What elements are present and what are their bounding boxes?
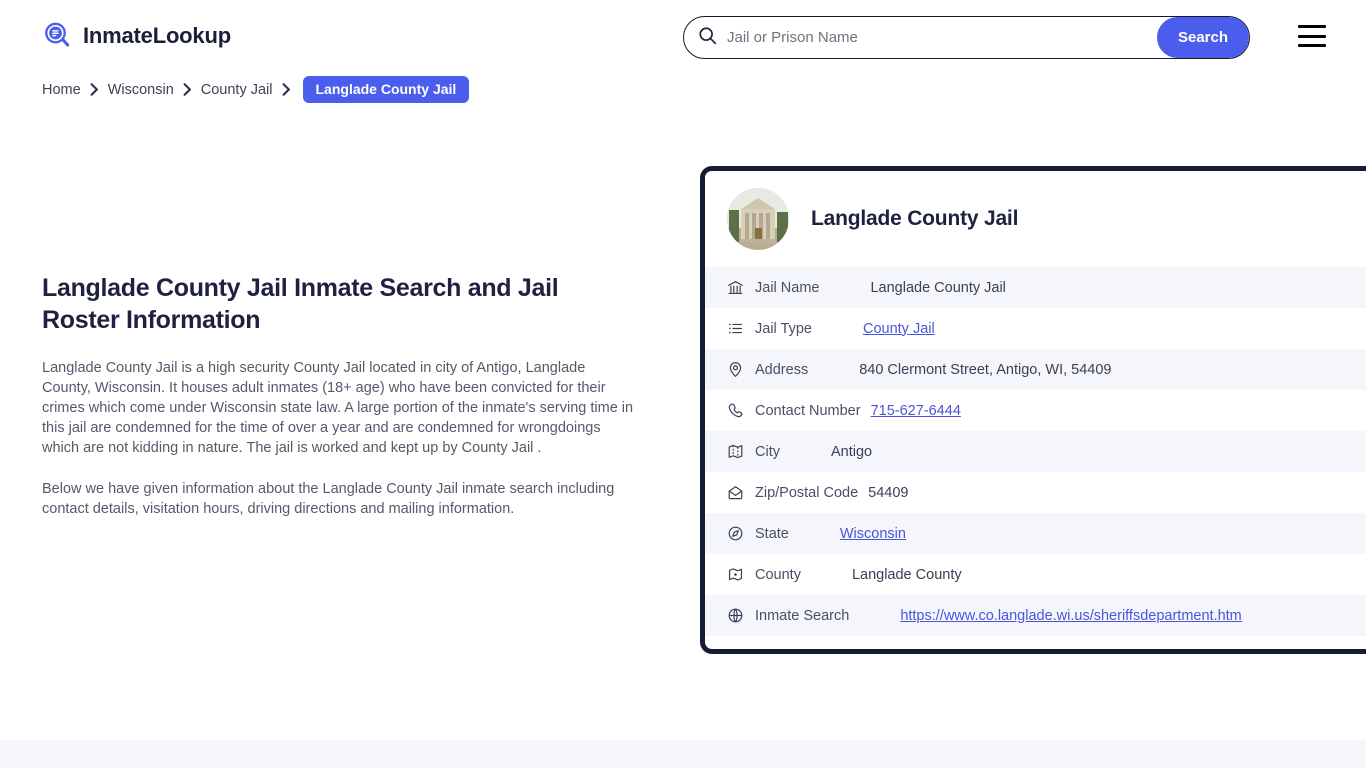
page-root: InmateLookup Search Home Wisconsin bbox=[0, 0, 1366, 768]
table-row: Contact Number 715-627-6444 bbox=[705, 390, 1366, 431]
table-row: State Wisconsin bbox=[705, 513, 1366, 554]
row-label: Inmate Search bbox=[755, 607, 850, 624]
description-paragraph-2: Below we have given information about th… bbox=[42, 481, 615, 517]
hamburger-bar bbox=[1298, 34, 1326, 38]
row-value: Antigo bbox=[830, 443, 873, 460]
breadcrumb: Home Wisconsin County Jail Langlade Coun… bbox=[42, 76, 470, 103]
table-row: Jail Name Langlade County Jail bbox=[705, 267, 1366, 308]
row-value-link[interactable]: 715-627-6444 bbox=[871, 403, 961, 419]
table-row: City Antigo bbox=[705, 431, 1366, 472]
row-label: Jail Type bbox=[755, 320, 812, 337]
search-button[interactable]: Search bbox=[1157, 17, 1249, 58]
compass-icon bbox=[727, 525, 755, 542]
search-icon bbox=[698, 26, 717, 50]
brand-name: InmateLookup bbox=[83, 23, 231, 48]
row-value: Langlade County bbox=[851, 566, 962, 583]
breadcrumb-item-county-jail[interactable]: County Jail bbox=[201, 82, 273, 98]
row-label: County bbox=[755, 566, 801, 583]
breadcrumb-item-wisconsin[interactable]: Wisconsin bbox=[108, 82, 174, 98]
row-value-link[interactable]: https://www.co.langlade.wi.us/sheriffsde… bbox=[900, 608, 1241, 624]
row-label: State bbox=[755, 525, 789, 542]
table-row: Zip/Postal Code 54409 bbox=[705, 472, 1366, 513]
row-label: Address bbox=[755, 361, 809, 378]
card-title: Langlade County Jail bbox=[811, 207, 1019, 230]
breadcrumb-item-home[interactable]: Home bbox=[42, 82, 81, 98]
phone-icon bbox=[727, 402, 755, 419]
bank-icon bbox=[727, 279, 755, 296]
chevron-right-icon bbox=[282, 83, 291, 96]
courthouse-photo bbox=[727, 188, 789, 250]
breadcrumb-current: Langlade County Jail bbox=[302, 76, 470, 103]
jail-details-table: Jail Name Langlade County Jail Jail Type… bbox=[705, 267, 1366, 636]
table-row: County Langlade County bbox=[705, 554, 1366, 595]
main-content: Langlade County Jail Inmate Search and J… bbox=[42, 272, 642, 540]
map-icon bbox=[727, 443, 755, 460]
magnifier-list-icon bbox=[42, 20, 74, 52]
row-value: Langlade County Jail bbox=[870, 279, 1006, 296]
table-row: Address 840 Clermont Street, Antigo, WI,… bbox=[705, 349, 1366, 390]
bottom-band bbox=[0, 740, 1366, 768]
table-row: Inmate Search https://www.co.langlade.wi… bbox=[705, 595, 1366, 636]
row-label: Jail Name bbox=[755, 279, 820, 296]
description-paragraph-1: Langlade County Jail is a high security … bbox=[42, 360, 634, 456]
table-row: Jail Type County Jail bbox=[705, 308, 1366, 349]
row-value-link[interactable]: County Jail bbox=[863, 321, 935, 337]
county-map-icon bbox=[727, 566, 755, 583]
search-bar[interactable]: Search bbox=[683, 16, 1250, 59]
list-icon bbox=[727, 320, 755, 337]
brand-logo[interactable]: InmateLookup bbox=[42, 20, 231, 52]
hamburger-bar bbox=[1298, 25, 1326, 28]
page-title: Langlade County Jail Inmate Search and J… bbox=[42, 274, 559, 334]
chevron-right-icon bbox=[90, 83, 99, 96]
envelope-icon bbox=[727, 484, 755, 501]
row-label: City bbox=[755, 443, 780, 460]
chevron-right-icon bbox=[183, 83, 192, 96]
row-label: Contact Number bbox=[755, 402, 861, 419]
card-header: Langlade County Jail bbox=[705, 171, 1366, 267]
site-header: InmateLookup Search bbox=[0, 0, 1366, 74]
hamburger-bar bbox=[1298, 44, 1326, 47]
row-label: Zip/Postal Code bbox=[755, 484, 859, 501]
map-pin-icon bbox=[727, 361, 755, 378]
jail-info-card: Langlade County Jail Jail Name Langlade … bbox=[700, 166, 1366, 654]
search-input[interactable] bbox=[717, 17, 1157, 58]
globe-icon bbox=[727, 607, 755, 624]
row-value: 840 Clermont Street, Antigo, WI, 54409 bbox=[859, 361, 1112, 378]
hamburger-menu-icon[interactable] bbox=[1298, 25, 1326, 47]
row-value: 54409 bbox=[868, 484, 909, 501]
row-value-link[interactable]: Wisconsin bbox=[840, 526, 906, 542]
